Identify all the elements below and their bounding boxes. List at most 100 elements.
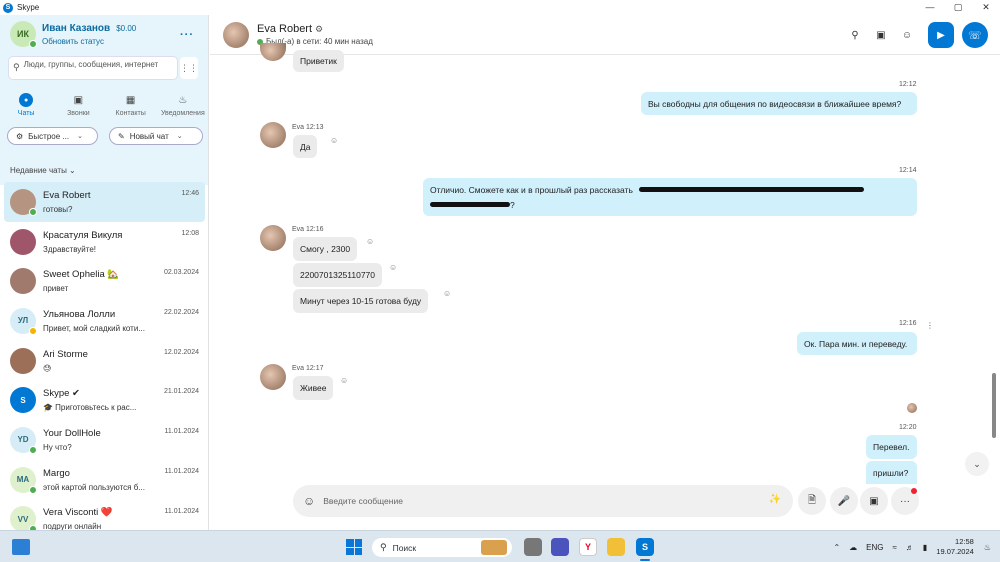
message-bubble-in[interactable]: Да	[293, 135, 318, 158]
reaction-smile-icon[interactable]: ☺	[389, 263, 397, 272]
chevron-down-icon: ⌄	[77, 133, 83, 140]
quick-actions: ⚙ Быстрое ... ⌄ ✎ Новый чат ⌄	[7, 127, 203, 145]
gear-icon[interactable]: ⚙	[315, 24, 323, 34]
minimize-button[interactable]: —	[916, 0, 944, 15]
tab-chats[interactable]: ● Чаты	[1, 93, 51, 117]
profile-avatar[interactable]: ИК	[10, 21, 37, 48]
video-call-button[interactable]: ▶	[928, 22, 954, 48]
video-message-icon: ▣	[869, 495, 879, 507]
reaction-smile-icon[interactable]: ☺	[443, 289, 451, 298]
chevron-up-icon[interactable]: ⌃	[833, 543, 840, 552]
message-input[interactable]: Введите сообщение	[323, 496, 403, 506]
chat-list-item[interactable]: УЛ Ульянова Лолли Привет, мой сладкий коти…	[4, 301, 205, 341]
recent-chats-header[interactable]: Недавние чаты ⌄	[10, 166, 76, 175]
conversation-panel: Eva Robert ⚙ Был(-а) в сети: 40 мин назад…	[210, 15, 1000, 530]
skype-taskbar-icon[interactable]: S	[636, 538, 654, 556]
search-input[interactable]: Люди, группы, сообщения, интернет	[24, 60, 169, 70]
search-box[interactable]: ⚲ Люди, группы, сообщения, интернет	[8, 56, 178, 80]
scroll-to-bottom-button[interactable]: ⌄	[965, 452, 989, 476]
tab-contacts[interactable]: ▦ Контакты	[106, 93, 156, 118]
message-bubble-in[interactable]: Смогу , 2300	[293, 237, 358, 261]
contact-name[interactable]: Eva Robert	[257, 23, 312, 35]
chat-list-item[interactable]: YD Your DollHole Ну что? 11.01.2024	[4, 420, 205, 460]
message-bubble-in[interactable]: 2200701325110770	[293, 263, 383, 287]
start-button[interactable]	[346, 539, 362, 555]
message-time: 12:20	[899, 424, 917, 431]
cloud-icon[interactable]: ☁	[849, 543, 857, 552]
sender-avatar[interactable]	[260, 122, 286, 148]
taskbar-search[interactable]: ⚲ Поиск	[372, 538, 512, 557]
search-icon[interactable]: ⚲	[846, 26, 864, 44]
avatar	[10, 347, 36, 374]
battery-icon[interactable]: ▮	[923, 543, 927, 552]
sender-avatar[interactable]	[260, 225, 286, 251]
message-bubble-in[interactable]: Приветик	[293, 50, 344, 72]
profile[interactable]: ИК Иван Казанов $0.00 Обновить статус	[10, 21, 136, 48]
sender-avatar[interactable]	[260, 364, 286, 390]
chat-list-item[interactable]: S Skype ✔ 🎓 Приготовьтесь к рас... 21.01.20…	[4, 380, 205, 420]
reaction-smile-icon[interactable]: ☺	[366, 237, 374, 246]
chat-list-item[interactable]: VV Vera Visconti ❤️ подруги онлайн 11.01.20…	[4, 500, 205, 530]
chat-list-item[interactable]: MA Margo этой картой пользуются б... 11.01.…	[4, 460, 205, 500]
clock[interactable]: 12:58 19.07.2024	[936, 537, 974, 557]
file-explorer-icon[interactable]	[607, 538, 625, 556]
update-status-link[interactable]: Обновить статус	[42, 37, 136, 46]
emoji-icon[interactable]: ☺	[303, 494, 315, 508]
new-chat-label: Новый чат	[129, 131, 169, 141]
language-indicator[interactable]: ENG	[866, 543, 883, 552]
voice-message-button[interactable]: 🎤	[830, 487, 858, 515]
gallery-icon[interactable]: ▣	[872, 26, 890, 44]
close-button[interactable]: ✕	[972, 0, 1000, 15]
tab-notifications[interactable]: ♨ Уведомления	[158, 93, 208, 118]
message-text: ?	[510, 199, 515, 210]
message-bubble-out[interactable]: Отличио. Сможете как и в прошлый раз рас…	[423, 178, 917, 216]
chat-list-item[interactable]: Ari Storme 😓 12.02.2024	[4, 341, 205, 381]
more-options-button[interactable]: ···	[180, 29, 194, 41]
profile-name[interactable]: Иван Казанов	[42, 23, 110, 34]
maximize-button[interactable]: ▢	[944, 0, 972, 15]
notifications-bell-icon[interactable]: ♨	[984, 543, 991, 552]
scrollbar[interactable]	[992, 373, 996, 438]
reaction-smile-icon[interactable]: ☺	[340, 376, 348, 385]
audio-call-button[interactable]: ☏	[962, 22, 988, 48]
meet-now-button[interactable]: ⚙ Быстрое ... ⌄	[7, 127, 98, 145]
task-view-icon[interactable]	[524, 538, 542, 556]
message-composer[interactable]: ☺ Введите сообщение ✨	[293, 485, 793, 517]
tab-calls[interactable]: ▣ Звонки	[53, 93, 103, 118]
message-bubble-in[interactable]: Живее	[293, 376, 334, 400]
widgets-icon[interactable]	[12, 539, 30, 555]
message-options-icon[interactable]: ⋮	[926, 321, 934, 330]
message-bubble-out[interactable]: пришли?	[866, 461, 917, 484]
message-bubble-out[interactable]: Вы свободны для общения по видеосвязи в …	[641, 92, 917, 115]
teams-icon[interactable]	[551, 538, 569, 556]
chat-icon: ●	[19, 93, 34, 107]
message-bubble-out[interactable]: Перевел.	[866, 435, 917, 459]
sender-avatar[interactable]	[260, 43, 286, 61]
start-tile	[354, 547, 362, 555]
header-actions: ⚲ ▣ ☺ ▶ ☏	[846, 22, 988, 48]
contact-avatar[interactable]	[223, 22, 249, 48]
attach-file-button[interactable]: 🗎	[798, 487, 826, 515]
edit-icon: ✎	[118, 131, 125, 141]
contact-name-row: Eva Robert ⚙	[257, 23, 323, 35]
chat-date: 11.01.2024	[164, 467, 199, 475]
chat-list-item[interactable]: Красатуля Викуля Здравствуйте! 12:08	[4, 222, 205, 262]
chat-last-message: привет	[43, 284, 69, 294]
chat-list-item[interactable]: Sweet Ophelia 🏡 привет 02.03.2024	[4, 261, 205, 301]
message-bubble-in[interactable]: Минут через 10-15 готова буду	[293, 289, 429, 313]
message-bubble-out[interactable]: Ок. Пара мин. и переведу.	[797, 332, 917, 355]
yandex-browser-icon[interactable]: Y	[579, 538, 597, 556]
more-actions-button[interactable]: ···	[891, 487, 919, 515]
dialpad-button[interactable]: ⋮⋮	[180, 57, 198, 79]
video-message-button[interactable]: ▣	[860, 487, 888, 515]
wifi-icon[interactable]: ≈	[892, 543, 896, 552]
yandex-letter-icon: Y	[584, 542, 591, 552]
profile-balance[interactable]: $0.00	[116, 24, 136, 33]
reaction-smile-icon[interactable]: ☺	[330, 136, 338, 145]
chat-list-item[interactable]: Eva Robert готовы? 12:46	[4, 182, 205, 222]
volume-icon[interactable]: ♬	[906, 543, 914, 552]
chat-last-message: 😓	[43, 363, 52, 373]
new-chat-button[interactable]: ✎ Новый чат ⌄	[109, 127, 203, 145]
add-participant-icon[interactable]: ☺	[898, 26, 916, 44]
magic-write-icon[interactable]: ✨	[769, 494, 781, 505]
